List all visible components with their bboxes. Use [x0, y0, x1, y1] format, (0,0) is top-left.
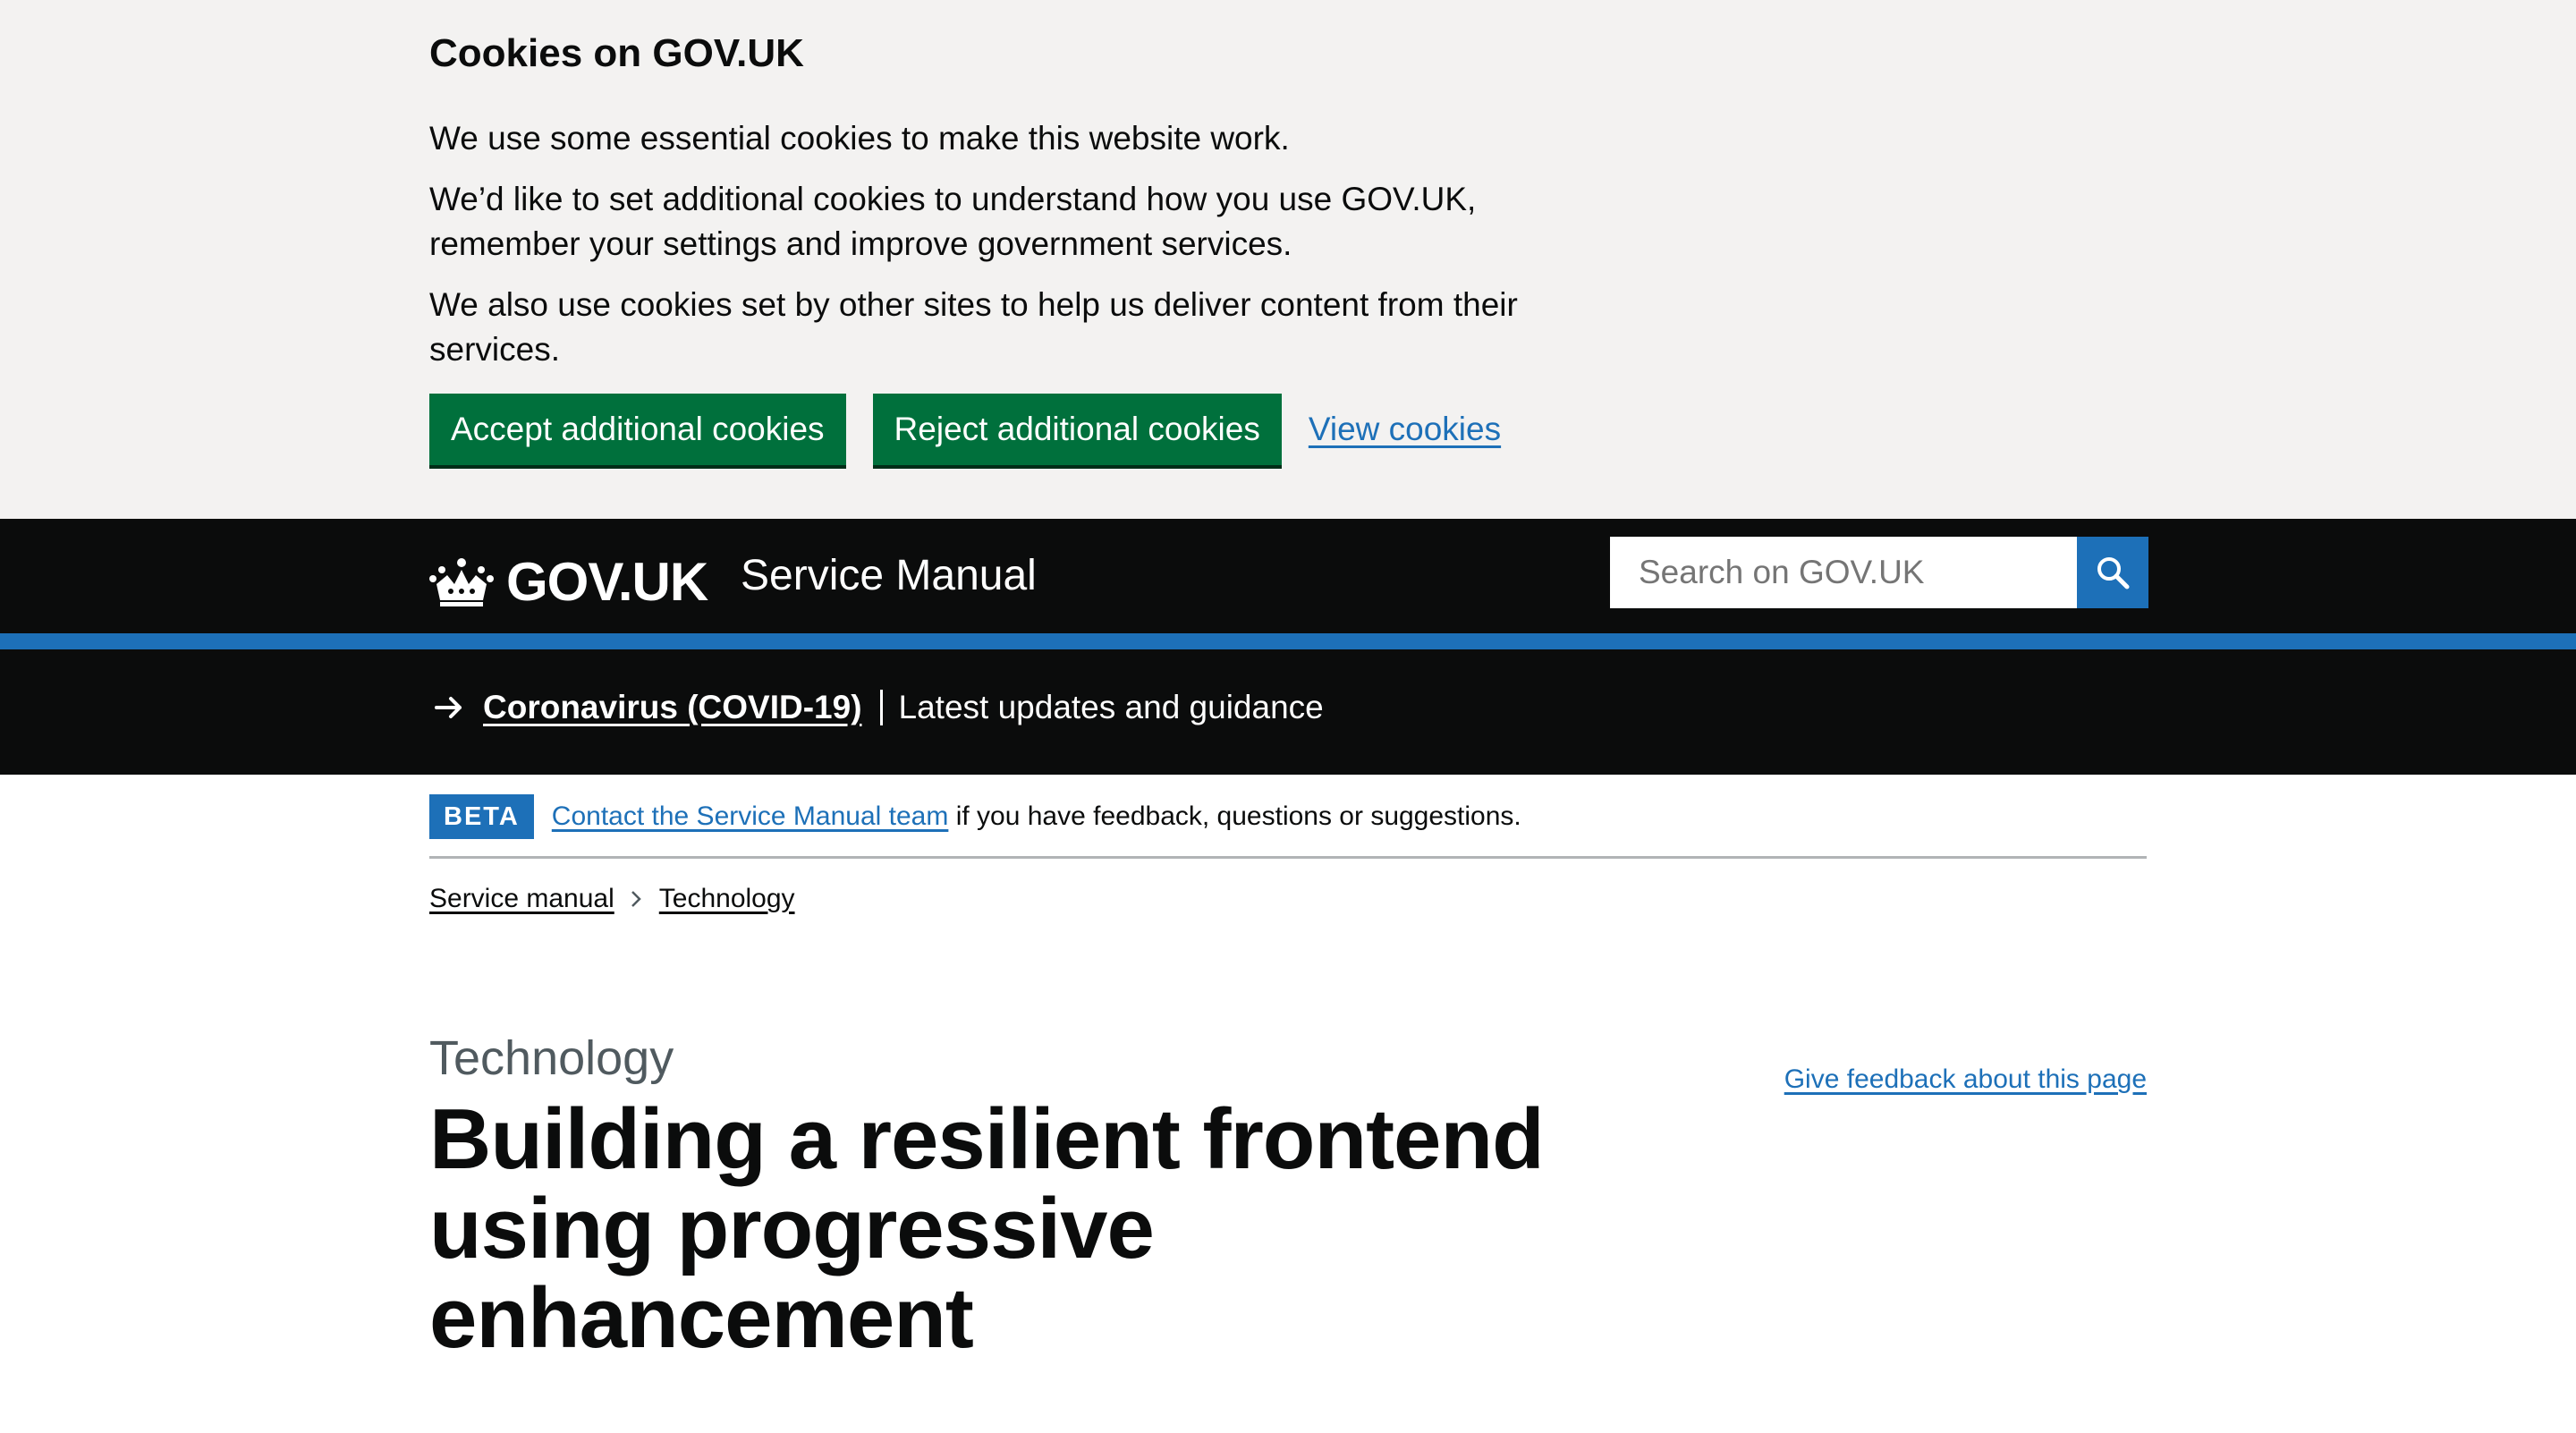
- covid-separator: [879, 690, 883, 725]
- cookie-actions: Accept additional cookies Reject additio…: [429, 394, 1501, 465]
- breadcrumb-item-service-manual[interactable]: Service manual: [429, 884, 614, 914]
- page: Cookies on GOV.UK We use some essential …: [0, 0, 2576, 1433]
- emergency-banner-content: Coronavirus (COVID-19) Latest updates an…: [433, 689, 1324, 726]
- page-caption: Technology: [429, 1031, 674, 1085]
- service-name-link[interactable]: Service Manual: [741, 551, 1037, 600]
- contact-team-link[interactable]: Contact the Service Manual team: [552, 801, 949, 831]
- site-header: GOV.UK Service Manual: [0, 519, 2576, 633]
- phase-banner: BETA Contact the Service Manual team if …: [429, 794, 2147, 859]
- reject-cookies-button[interactable]: Reject additional cookies: [872, 394, 1282, 465]
- phase-banner-suffix: if you have feedback, questions or sugge…: [948, 801, 1521, 831]
- emergency-banner: Coronavirus (COVID-19) Latest updates an…: [0, 649, 2576, 775]
- search-icon: [2097, 557, 2130, 589]
- crown-icon: [429, 557, 494, 606]
- govuk-logo-link[interactable]: GOV.UK: [429, 551, 708, 613]
- arrow-right-icon: [435, 697, 462, 718]
- accept-cookies-button[interactable]: Accept additional cookies: [429, 394, 846, 465]
- header-blue-bar: [0, 633, 2576, 649]
- cookie-banner-content: Cookies on GOV.UK We use some essential …: [429, 27, 1556, 372]
- search-form: [1610, 537, 2148, 608]
- cookie-banner-title: Cookies on GOV.UK: [429, 31, 804, 75]
- beta-tag: BETA: [429, 794, 534, 839]
- cookie-paragraph: We’d like to set additional cookies to u…: [429, 181, 1477, 262]
- search-input[interactable]: [1610, 537, 2077, 608]
- cookie-banner: Cookies on GOV.UK We use some essential …: [0, 0, 2576, 519]
- cookie-paragraph: We also use cookies set by other sites t…: [429, 286, 1518, 368]
- cookie-paragraph: We use some essential cookies to make th…: [429, 120, 1290, 157]
- breadcrumb: Service manual Technology: [429, 884, 795, 914]
- give-feedback-link[interactable]: Give feedback about this page: [1784, 1064, 2147, 1095]
- page-title: Building a resilient frontend using prog…: [429, 1091, 1545, 1366]
- view-cookies-link[interactable]: View cookies: [1309, 411, 1501, 448]
- chevron-right-icon: [631, 891, 641, 907]
- search-button[interactable]: [2077, 537, 2148, 608]
- covid-link[interactable]: Coronavirus (COVID-19): [483, 689, 862, 726]
- phase-banner-text: Contact the Service Manual team if you h…: [552, 794, 1521, 839]
- breadcrumb-item-technology[interactable]: Technology: [659, 884, 795, 914]
- govuk-logo-text: GOV.UK: [506, 552, 708, 612]
- covid-description: Latest updates and guidance: [898, 689, 1324, 725]
